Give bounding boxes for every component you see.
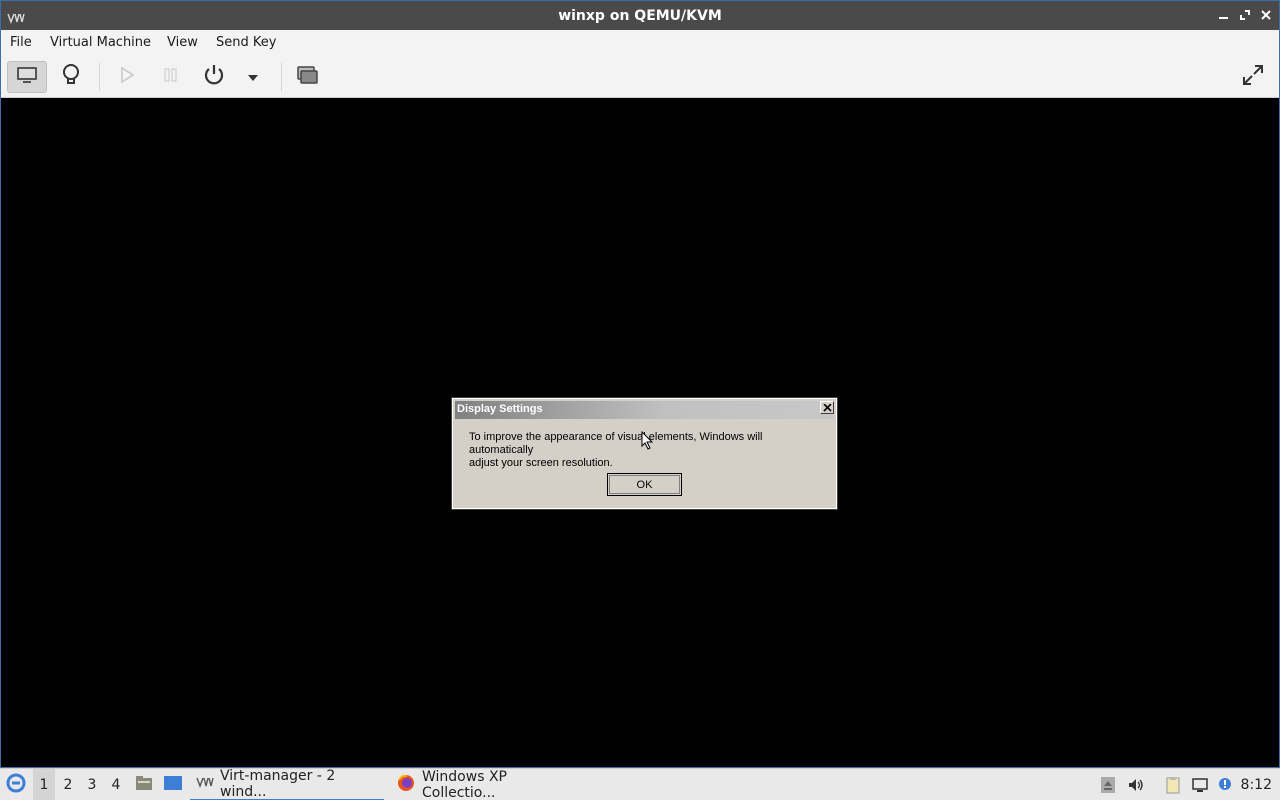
menu-bar: File Virtual Machine View Send Key — [1, 30, 1279, 56]
notification-icon[interactable] — [1216, 776, 1234, 794]
minimize-icon[interactable] — [1216, 7, 1232, 23]
menu-virtual-machine[interactable]: Virtual Machine — [50, 35, 151, 50]
toolbar — [1, 56, 1279, 98]
network-icon[interactable] — [1191, 776, 1209, 794]
lightbulb-icon — [61, 63, 81, 91]
menu-file[interactable]: File — [10, 35, 32, 50]
volume-icon[interactable] — [1127, 776, 1145, 794]
chevron-down-icon — [246, 68, 260, 87]
eject-icon[interactable] — [1099, 776, 1117, 794]
workspace-3[interactable]: 3 — [81, 769, 103, 800]
distro-logo-icon — [6, 773, 26, 797]
workspace-4[interactable]: 4 — [105, 769, 127, 800]
taskbar: 1 2 3 4 Virt-manager - 2 wind... Windows… — [0, 768, 1280, 800]
task-virt-manager[interactable]: Virt-manager - 2 wind... — [190, 768, 384, 800]
file-manager-launcher[interactable] — [134, 769, 154, 800]
console-button[interactable] — [7, 61, 47, 93]
workspace-1[interactable]: 1 — [33, 769, 55, 800]
close-icon — [822, 399, 832, 417]
firefox-icon — [396, 773, 416, 797]
power-icon — [202, 63, 226, 91]
task-label: Windows XP Collectio... — [422, 769, 507, 800]
task-label: Virt-manager - 2 wind... — [220, 768, 336, 800]
show-desktop-button[interactable] — [162, 769, 184, 800]
title-bar[interactable]: winxp on QEMU/KVM — [1, 1, 1279, 30]
play-icon — [119, 66, 135, 88]
dialog-message-line-2: adjust your screen resolution. — [469, 457, 613, 469]
details-button[interactable] — [51, 61, 91, 93]
pause-icon — [163, 66, 179, 88]
ok-button[interactable]: OK — [607, 473, 682, 496]
workspace-2[interactable]: 2 — [57, 769, 79, 800]
shutdown-menu-button[interactable] — [233, 61, 273, 93]
dialog-title[interactable]: Display Settings — [455, 401, 834, 419]
run-button[interactable] — [107, 61, 147, 93]
fullscreen-icon — [1241, 63, 1265, 91]
snapshots-button[interactable] — [287, 61, 327, 93]
menu-send-key[interactable]: Send Key — [216, 35, 276, 50]
clipboard-icon[interactable] — [1164, 776, 1182, 794]
close-icon[interactable] — [1258, 7, 1274, 23]
fullscreen-button[interactable] — [1233, 61, 1273, 93]
window-title: winxp on QEMU/KVM — [558, 8, 722, 24]
mouse-cursor-icon — [641, 430, 654, 454]
toolbar-separator — [99, 63, 100, 91]
pause-button[interactable] — [151, 61, 191, 93]
toolbar-separator — [281, 63, 282, 91]
clock[interactable]: 8:12 — [1241, 777, 1272, 793]
shutdown-button[interactable] — [194, 61, 234, 93]
snapshots-icon — [296, 65, 318, 89]
folder-icon — [135, 775, 153, 795]
vm-window: winxp on QEMU/KVM File Virtual Machine V… — [0, 0, 1280, 768]
start-menu-button[interactable] — [4, 769, 28, 800]
task-firefox[interactable]: Windows XP Collectio... — [390, 769, 590, 800]
virt-manager-icon — [196, 776, 214, 792]
menu-view[interactable]: View — [167, 35, 198, 50]
console-icon — [16, 65, 38, 89]
dialog-close-button[interactable] — [820, 401, 834, 414]
desktop-icon — [163, 775, 183, 795]
maximize-icon[interactable] — [1237, 7, 1253, 23]
